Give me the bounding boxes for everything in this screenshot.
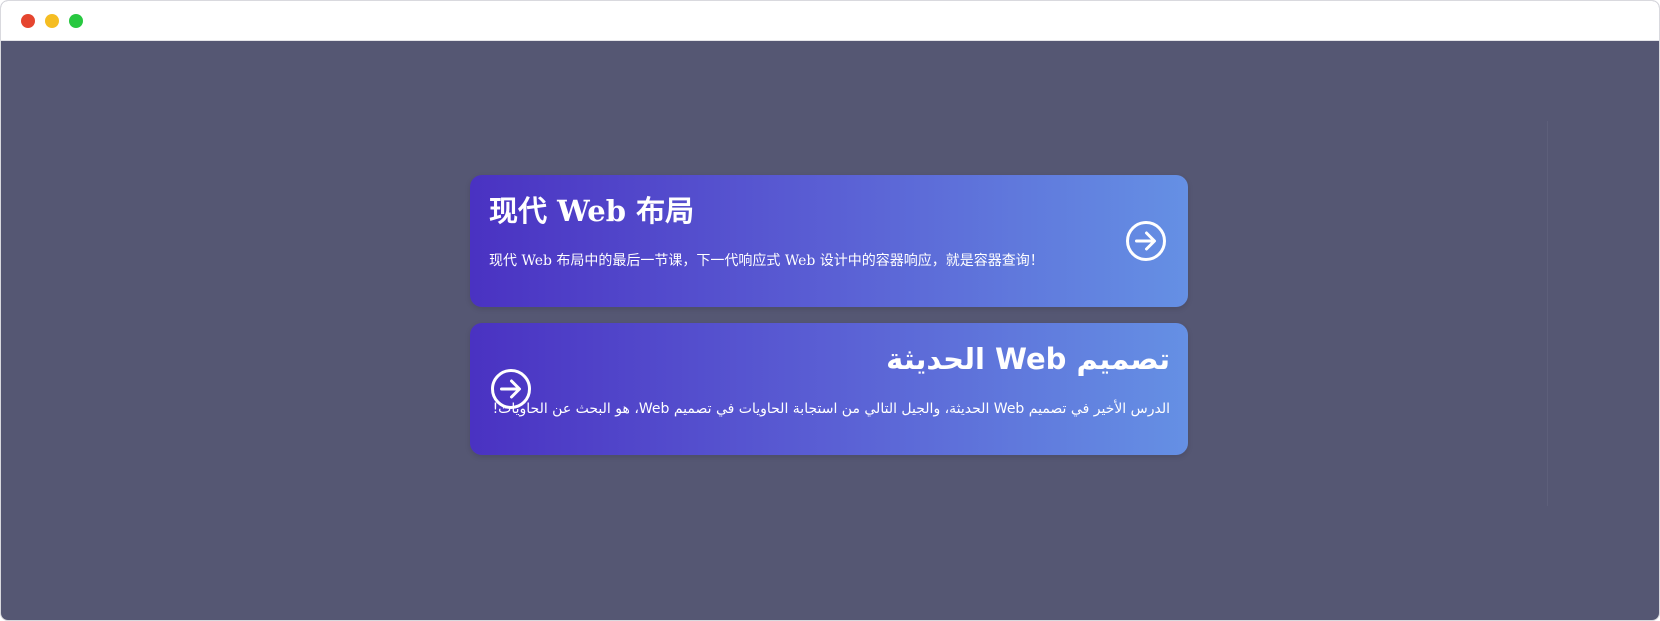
card-description: 现代 Web 布局中的最后一节课，下一代响应式 Web 设计中的容器响应，就是容…: [489, 253, 1044, 269]
divider: [1547, 121, 1548, 506]
window-titlebar: [1, 1, 1659, 41]
browser-window: 现代 Web 布局 现代 Web 布局中的最后一节课，下一代响应式 Web 设计…: [0, 0, 1660, 621]
close-window-button[interactable]: [21, 14, 35, 28]
maximize-window-button[interactable]: [69, 14, 83, 28]
card-title: تصميم Web الحديثة: [886, 342, 1170, 376]
card-chinese[interactable]: 现代 Web 布局 现代 Web 布局中的最后一节课，下一代响应式 Web 设计…: [470, 175, 1188, 307]
page-content: 现代 Web 布局 现代 Web 布局中的最后一节课，下一代响应式 Web 设计…: [1, 41, 1659, 620]
card-arabic[interactable]: تصميم Web الحديثة الدرس الأخير في تصميم …: [470, 323, 1188, 455]
card-title: 现代 Web 布局: [489, 194, 695, 228]
arrow-right-circle-icon[interactable]: [1125, 220, 1167, 262]
minimize-window-button[interactable]: [45, 14, 59, 28]
card-description: الدرس الأخير في تصميم Web الحديثة، والجي…: [492, 401, 1170, 417]
